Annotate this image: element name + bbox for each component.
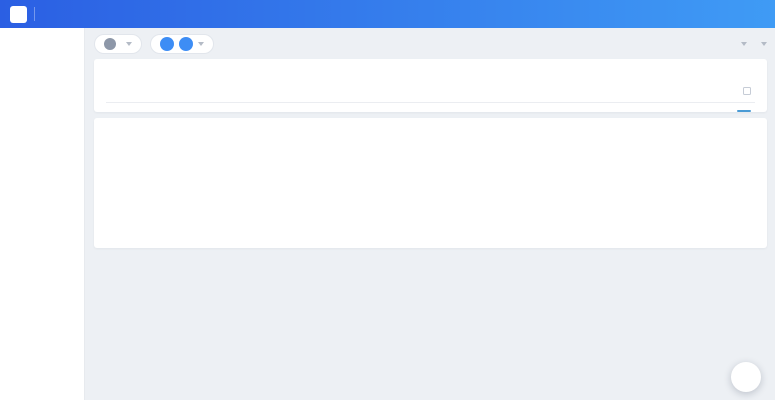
filter-toolbar bbox=[94, 33, 767, 55]
metric-tabs bbox=[106, 102, 755, 103]
chevron-down-icon bbox=[741, 42, 747, 46]
top-nav-bar bbox=[0, 0, 775, 28]
main-content bbox=[86, 28, 775, 400]
chevron-down-icon bbox=[761, 42, 767, 46]
android-icon bbox=[179, 37, 193, 51]
app-logo bbox=[10, 6, 27, 23]
channel-filter[interactable] bbox=[733, 42, 747, 46]
legend-line-swatch bbox=[737, 110, 751, 112]
toolbar-right bbox=[733, 42, 767, 46]
sidebar bbox=[0, 28, 85, 400]
chevron-down-icon bbox=[126, 42, 132, 46]
chart-legend bbox=[737, 110, 755, 112]
apple-icon bbox=[160, 37, 174, 51]
platform-selector[interactable] bbox=[150, 34, 214, 54]
app-icon bbox=[104, 38, 116, 50]
trend-section-header bbox=[106, 87, 755, 95]
chart-stats-row bbox=[106, 110, 755, 112]
trend-card bbox=[94, 59, 767, 112]
app-selector[interactable] bbox=[94, 34, 142, 54]
support-button[interactable] bbox=[731, 362, 761, 392]
detail-table-card bbox=[94, 118, 767, 248]
chevron-down-icon bbox=[198, 42, 204, 46]
date-range-picker[interactable] bbox=[753, 42, 767, 46]
topbar-divider bbox=[34, 7, 35, 21]
compare-channel-toggle[interactable] bbox=[743, 87, 755, 95]
compare-checkbox[interactable] bbox=[743, 87, 751, 95]
